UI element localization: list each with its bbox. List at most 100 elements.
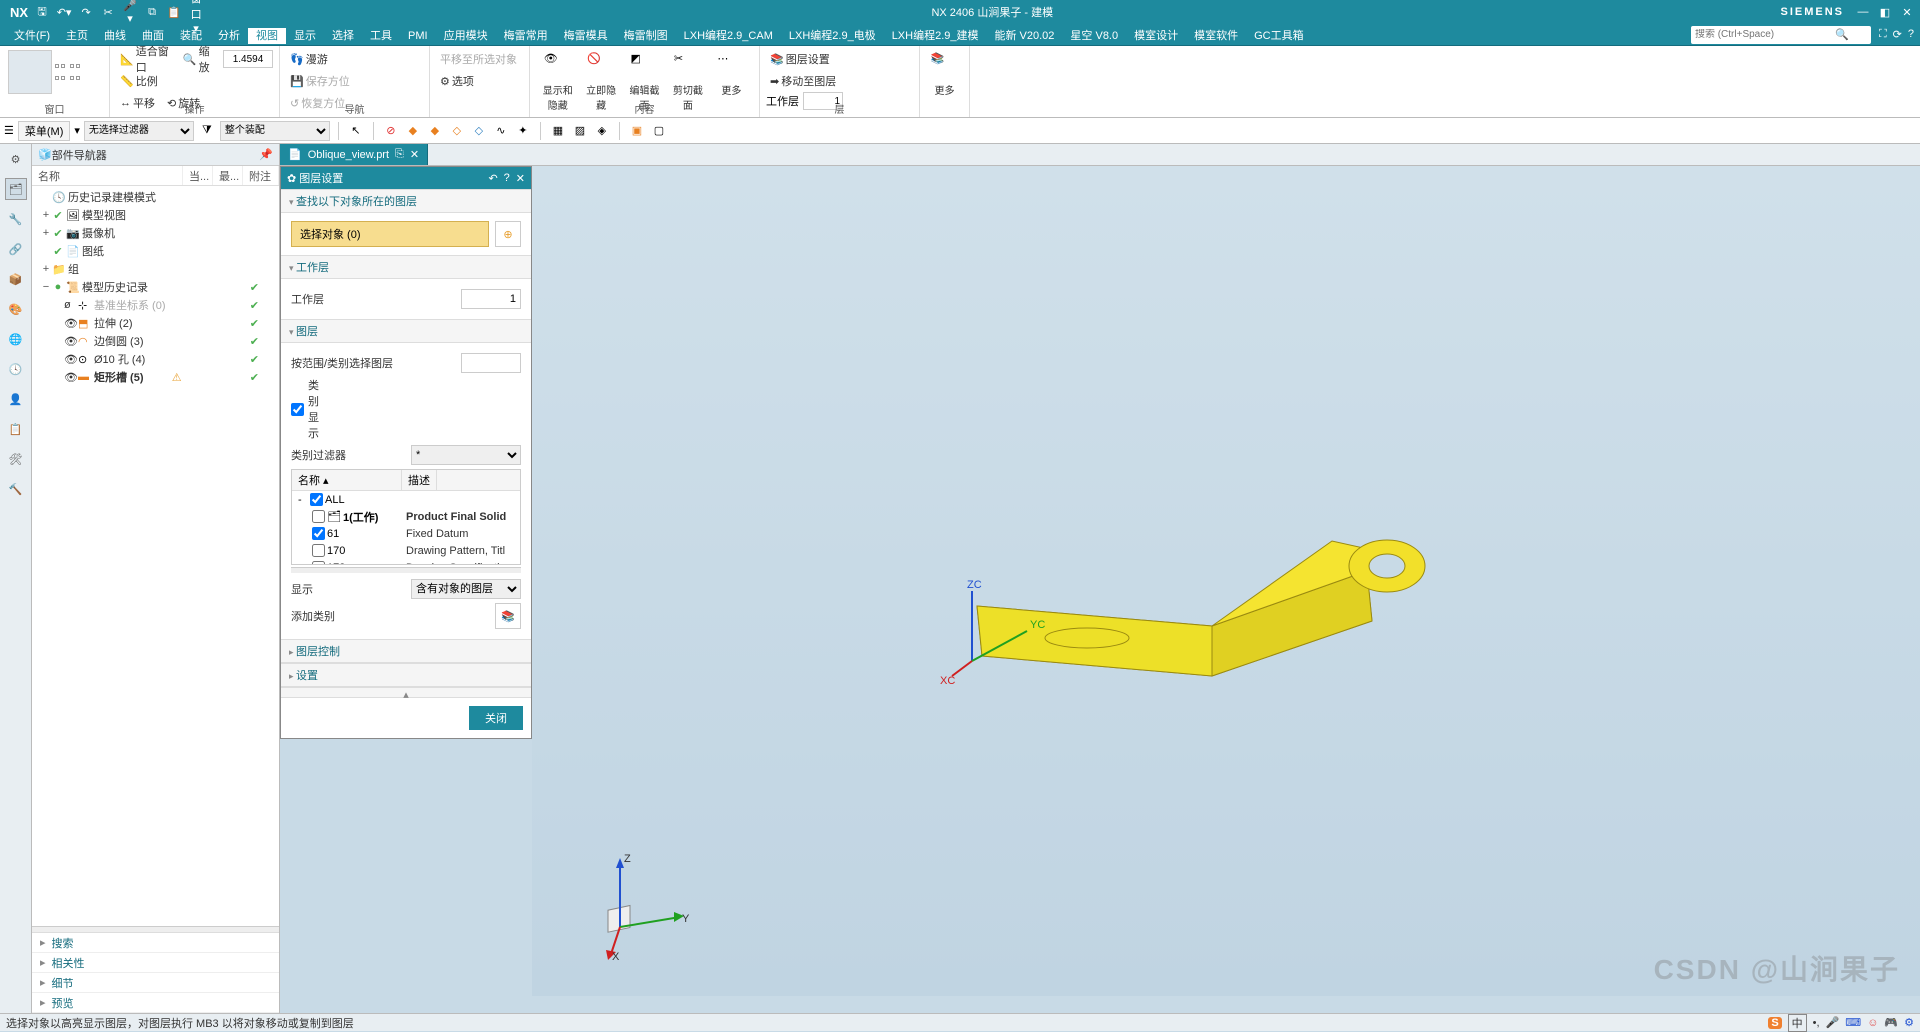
menu-item-22[interactable]: GC工具箱 bbox=[1246, 28, 1312, 44]
menu-item-8[interactable]: 选择 bbox=[324, 28, 362, 44]
ime-emoji-icon[interactable]: ☺ bbox=[1867, 1017, 1878, 1029]
menu-item-1[interactable]: 主页 bbox=[58, 28, 96, 44]
layer-row[interactable]: 61Fixed Datum bbox=[292, 525, 520, 542]
cat-filter-dropdown[interactable]: * bbox=[411, 445, 521, 465]
solid-icon[interactable]: ◆ bbox=[404, 122, 422, 140]
close-window-icon[interactable]: ✕ bbox=[1898, 6, 1916, 19]
stack-icon[interactable]: 📚 bbox=[495, 603, 521, 629]
assembly-nav-icon[interactable]: 🔧 bbox=[5, 208, 27, 230]
select-object-row[interactable]: 选择对象 (0) bbox=[291, 221, 489, 247]
process-icon[interactable]: 📋 bbox=[5, 418, 27, 440]
sheet-icon[interactable]: ◇ bbox=[448, 122, 466, 140]
ime-lang[interactable]: 中 bbox=[1788, 1014, 1807, 1032]
graphics-viewport[interactable]: ZC YC XC Z Y X CSDN @山涧果子 bbox=[532, 166, 1920, 996]
snap3-icon[interactable]: ◈ bbox=[593, 122, 611, 140]
filter-funnel-icon[interactable]: ⧩ bbox=[198, 122, 216, 140]
window-thumbnail[interactable] bbox=[8, 50, 52, 94]
col-note[interactable]: 附注 bbox=[243, 166, 279, 185]
menu-item-12[interactable]: 梅雷常用 bbox=[496, 28, 556, 44]
assembly-filter-dropdown[interactable]: 整个装配 bbox=[220, 121, 330, 141]
menu-item-2[interactable]: 曲线 bbox=[96, 28, 134, 44]
tree-slot[interactable]: 👁▬矩形槽 (5)⚠✔ bbox=[32, 368, 279, 386]
work-layer-field[interactable] bbox=[461, 289, 521, 309]
constraint-nav-icon[interactable]: 🔗 bbox=[5, 238, 27, 260]
roles-icon[interactable]: 👤 bbox=[5, 388, 27, 410]
forbid-icon[interactable]: ⊘ bbox=[382, 122, 400, 140]
box-icon[interactable]: ▣ bbox=[628, 122, 646, 140]
close-dialog-icon[interactable]: ✕ bbox=[516, 172, 525, 185]
tab-pin-icon[interactable]: ⎘ bbox=[395, 148, 404, 161]
ime-settings-icon[interactable]: ⚙ bbox=[1904, 1016, 1914, 1029]
layer-row[interactable]: 🗂1(工作)Product Final Solid bbox=[292, 508, 520, 525]
section-settings[interactable]: 设置 bbox=[281, 663, 531, 687]
ime-punct-icon[interactable]: •, bbox=[1813, 1017, 1820, 1029]
box2-icon[interactable]: ▢ bbox=[650, 122, 668, 140]
tree-groups[interactable]: +📁组 bbox=[32, 260, 279, 278]
lt-col-name[interactable]: 名称 ▴ bbox=[292, 470, 402, 490]
help-icon[interactable]: ? bbox=[1908, 28, 1914, 41]
fit-window-button[interactable]: 📐 适合窗口 bbox=[116, 48, 175, 70]
tree-model-views[interactable]: +✔🖼模型视图 bbox=[32, 206, 279, 224]
tree-datum-csys[interactable]: ø⊹基准坐标系 (0)✔ bbox=[32, 296, 279, 314]
layer-settings-button[interactable]: 📚 图层设置 bbox=[766, 48, 913, 70]
menu-item-11[interactable]: 应用模块 bbox=[436, 28, 496, 44]
ime-keyboard-icon[interactable]: ⌨ bbox=[1845, 1016, 1861, 1029]
menu-item-21[interactable]: 模室软件 bbox=[1186, 28, 1246, 44]
menu-item-19[interactable]: 星空 V8.0 bbox=[1062, 28, 1126, 44]
category-display-checkbox[interactable] bbox=[291, 403, 304, 416]
footer-search[interactable]: ▸搜索 bbox=[32, 933, 279, 953]
cut-icon[interactable]: ✂ bbox=[100, 6, 116, 19]
ime-game-icon[interactable]: 🎮 bbox=[1884, 1016, 1898, 1029]
menu-toggle-icon[interactable]: ☰ bbox=[4, 124, 14, 137]
menu-item-18[interactable]: 能新 V20.02 bbox=[987, 28, 1063, 44]
minimize-icon[interactable]: — bbox=[1854, 6, 1872, 19]
fullscreen-icon[interactable]: ⛶ bbox=[1879, 28, 1887, 41]
menu-item-0[interactable]: 文件(F) bbox=[6, 28, 58, 44]
zoom-value-input[interactable] bbox=[223, 50, 273, 68]
view-triad[interactable]: Z Y X bbox=[590, 852, 690, 962]
file-tab[interactable]: 📄 Oblique_view.prt ⎘ ✕ bbox=[280, 144, 428, 165]
menu-item-15[interactable]: LXH编程2.9_CAM bbox=[676, 28, 781, 44]
refresh-icon[interactable]: ⟳ bbox=[1893, 28, 1902, 41]
maximize-icon[interactable]: ◧ bbox=[1876, 6, 1894, 19]
cursor-icon[interactable]: ↖ bbox=[347, 122, 365, 140]
options-button[interactable]: ⚙ 选项 bbox=[436, 70, 523, 92]
menu-item-7[interactable]: 显示 bbox=[286, 28, 324, 44]
scale-button[interactable]: 📏 比例 bbox=[116, 70, 162, 92]
display-dropdown[interactable]: 含有对象的图层 bbox=[411, 579, 521, 599]
menu-item-3[interactable]: 曲面 bbox=[134, 28, 172, 44]
zoom-button[interactable]: 🔍 缩放 bbox=[179, 48, 219, 70]
redo-icon[interactable]: ↷ bbox=[78, 6, 94, 19]
tab-close-icon[interactable]: ✕ bbox=[410, 148, 419, 161]
layer-row[interactable]: 173Drawing Specificatio bbox=[292, 559, 520, 565]
dialog-splitter[interactable]: ▴ bbox=[281, 687, 531, 697]
undo-dialog-icon[interactable]: ↶ bbox=[488, 172, 497, 185]
snap-icon[interactable]: ▦ bbox=[549, 122, 567, 140]
menu-item-10[interactable]: PMI bbox=[400, 28, 436, 44]
footer-details[interactable]: ▸细节 bbox=[32, 973, 279, 993]
wander-button[interactable]: 👣 漫游 bbox=[286, 48, 423, 70]
tree-history-mode[interactable]: 🕓历史记录建模模式 bbox=[32, 188, 279, 206]
menu-item-14[interactable]: 梅雷制图 bbox=[616, 28, 676, 44]
col-name[interactable]: 名称 bbox=[32, 166, 183, 185]
undo-icon[interactable]: ↶▾ bbox=[56, 6, 72, 19]
facet-icon[interactable]: ◇ bbox=[470, 122, 488, 140]
save-icon[interactable]: 🖫 bbox=[34, 3, 50, 22]
tree-model-history[interactable]: −●📜模型历史记录✔ bbox=[32, 278, 279, 296]
more-layer-button[interactable]: 📚更多 bbox=[919, 50, 971, 99]
wrench-icon[interactable]: 🔨 bbox=[5, 478, 27, 500]
menu-item-4[interactable]: 装配 bbox=[172, 28, 210, 44]
selection-filter-dropdown[interactable]: 无选择过滤器 bbox=[84, 121, 194, 141]
lt-col-desc[interactable]: 描述 bbox=[402, 470, 437, 490]
curve-icon[interactable]: ∿ bbox=[492, 122, 510, 140]
col-current[interactable]: 当... bbox=[183, 166, 213, 185]
point-icon[interactable]: ✦ bbox=[514, 122, 532, 140]
paste-icon[interactable]: 📋 bbox=[166, 6, 182, 19]
menu-item-9[interactable]: 工具 bbox=[362, 28, 400, 44]
help-dialog-icon[interactable]: ? bbox=[504, 172, 510, 185]
search-icon[interactable]: 🔍 bbox=[1835, 28, 1849, 41]
menu-item-5[interactable]: 分析 bbox=[210, 28, 248, 44]
pin-icon[interactable]: 📌 bbox=[259, 148, 273, 161]
mic-icon[interactable]: 🎤▾ bbox=[122, 0, 138, 25]
tree-drawings[interactable]: ✔📄图纸 bbox=[32, 242, 279, 260]
